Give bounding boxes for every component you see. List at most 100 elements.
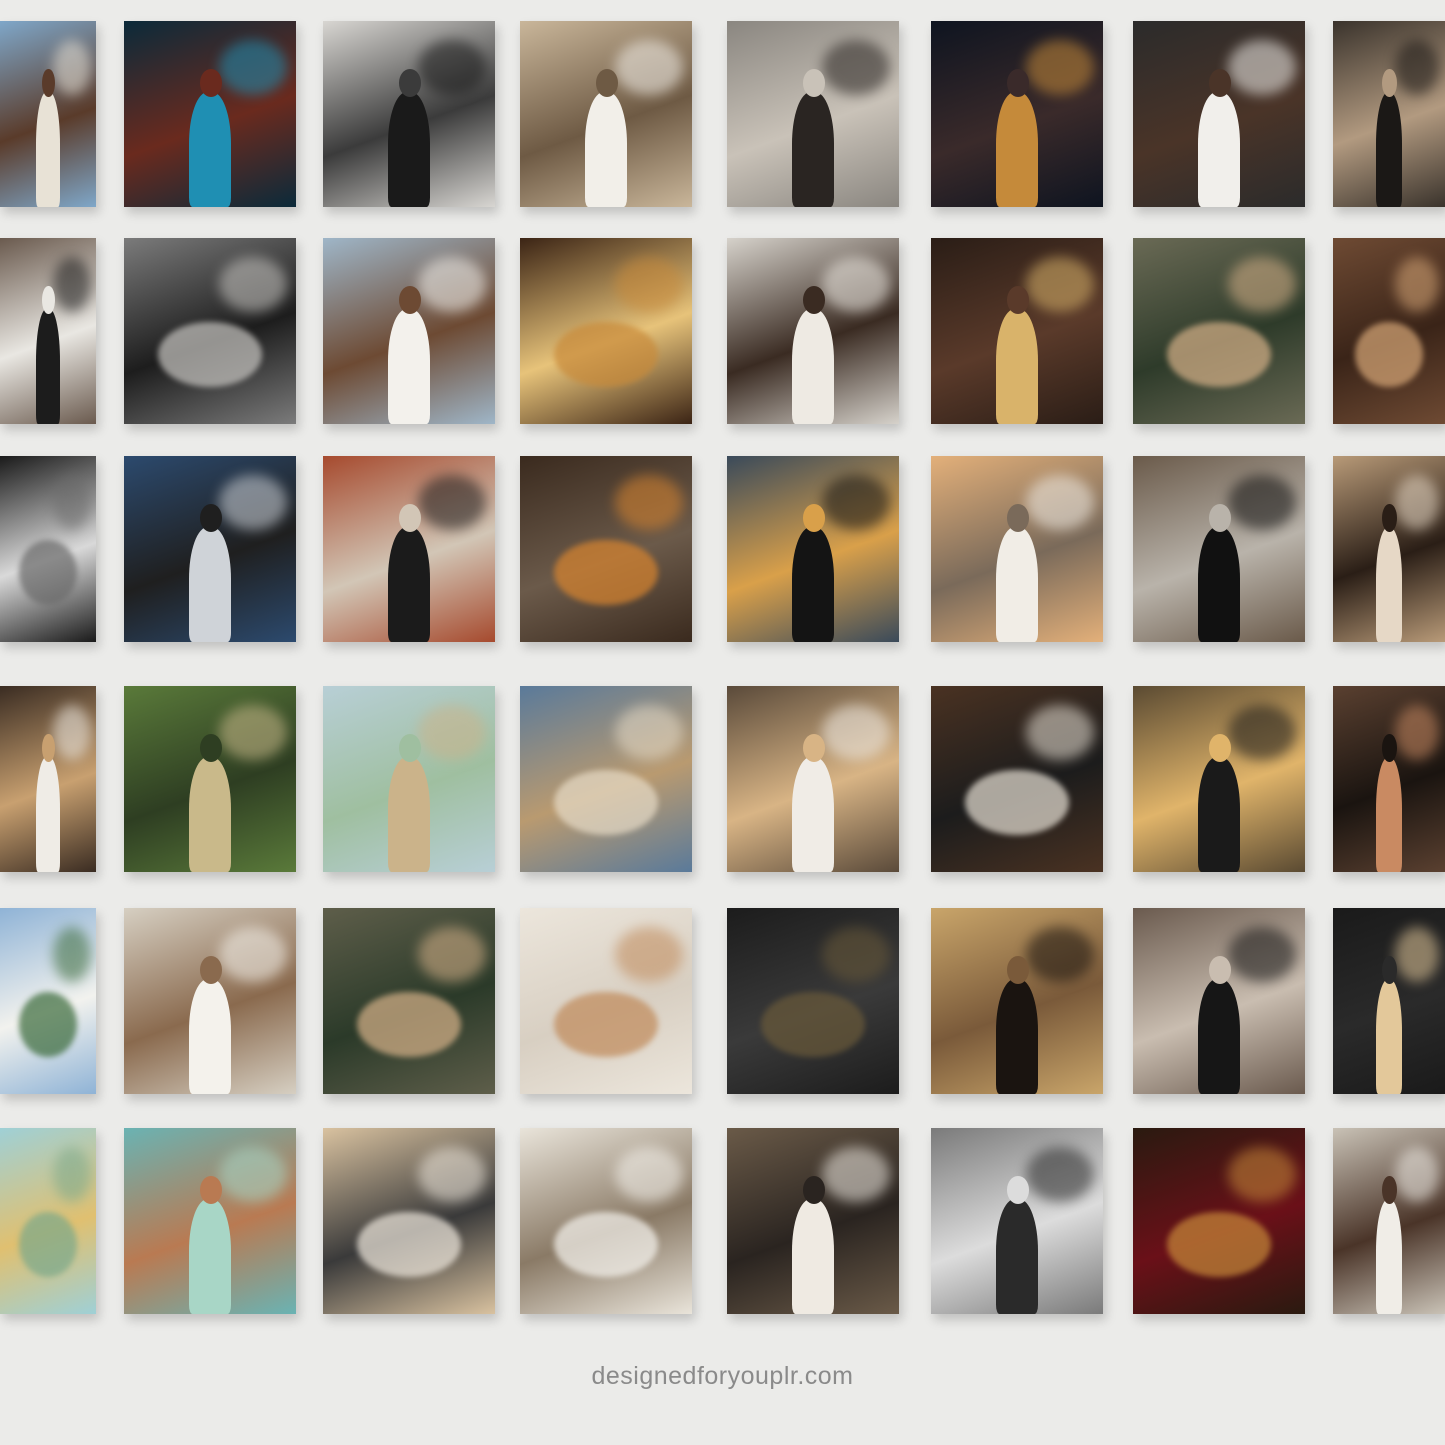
person-head [398, 286, 422, 315]
photo-woman-beige-suit-column [727, 238, 899, 424]
person-head [1208, 734, 1232, 763]
photo-woman-cap-cardigan [727, 21, 899, 207]
photo-woman-white-suit-cap [727, 1128, 899, 1314]
person-head [595, 69, 619, 98]
photo-mountain-meadow-flowers [0, 908, 96, 1094]
person-head [398, 69, 422, 98]
still-life-object [19, 991, 77, 1057]
person-head [1382, 734, 1397, 763]
photo-boutique-storefront-night [124, 21, 296, 207]
photo-woman-blonde-black-jacket [1333, 908, 1445, 1094]
person-figure [1375, 1198, 1403, 1314]
photo-woman-white-shirt-earring [1333, 1128, 1445, 1314]
photo-woman-black-crop-top-city [1133, 456, 1305, 642]
person-figure [996, 1198, 1038, 1314]
person-figure [1375, 978, 1403, 1094]
person-figure [1375, 91, 1403, 207]
person-figure [388, 756, 430, 872]
person-head [1382, 1176, 1397, 1205]
footer-url: designedforyouplr.com [591, 1362, 854, 1390]
person-head [1382, 69, 1397, 98]
photo-woman-bed-sunset-sea [931, 456, 1103, 642]
image-grid [0, 0, 1445, 1340]
person-head [1382, 956, 1397, 985]
photo-whiskey-glass-bar [520, 238, 692, 424]
photo-woman-black-outfit-street [1133, 908, 1305, 1094]
still-life-object [1167, 1211, 1271, 1277]
photo-woman-car-coffee [1333, 456, 1445, 642]
person-figure [189, 978, 231, 1094]
person-figure [1198, 978, 1240, 1094]
still-life-object [761, 991, 865, 1057]
photo-cactus-sky [0, 1128, 96, 1314]
person-head [199, 1176, 223, 1205]
person-head [199, 504, 223, 533]
person-head [42, 286, 55, 315]
photo-car-interior-black [0, 456, 96, 642]
person-figure [792, 91, 834, 207]
person-head [1006, 504, 1030, 533]
still-life-object [554, 321, 658, 387]
person-head [802, 69, 826, 98]
person-figure [388, 91, 430, 207]
photo-desk-setup-computer [520, 456, 692, 642]
still-life-object [357, 1211, 461, 1277]
person-figure [792, 308, 834, 424]
person-figure [996, 978, 1038, 1094]
person-head [42, 69, 55, 98]
photo-woman-desert-hat [323, 686, 495, 872]
photo-man-white-shirt-city [520, 21, 692, 207]
photo-woman-black-blazer-doorway [1333, 21, 1445, 207]
photo-woman-black-dress-window [1133, 686, 1305, 872]
still-life-object [19, 1211, 77, 1277]
photo-man-elevator-selfie [0, 238, 96, 424]
still-life-object [554, 539, 658, 605]
photo-woman-blonde-white-jacket [727, 686, 899, 872]
person-figure [792, 1198, 834, 1314]
photo-dog-on-sofa [520, 908, 692, 1094]
photo-laptop-red-wine [1133, 1128, 1305, 1314]
photo-bedroom-blue-wall [520, 686, 692, 872]
person-head [802, 504, 826, 533]
photo-desk-computer-candle [323, 1128, 495, 1314]
photo-man-black-suit-jeep [323, 456, 495, 642]
photo-woman-bw-window [931, 1128, 1103, 1314]
person-figure [996, 91, 1038, 207]
photo-man-black-suit-car [323, 21, 495, 207]
photo-woman-silhouette-curtain [931, 908, 1103, 1094]
person-figure [388, 308, 430, 424]
photo-round-window-palm-sunset [1133, 238, 1305, 424]
still-life-object [158, 321, 262, 387]
still-life-object [19, 539, 77, 605]
person-head [1006, 286, 1030, 315]
person-figure [36, 308, 60, 424]
still-life-object [1167, 321, 1271, 387]
person-head [398, 504, 422, 533]
person-head [802, 1176, 826, 1205]
person-figure [189, 1198, 231, 1314]
person-head [1006, 956, 1030, 985]
photo-dark-living-room [727, 908, 899, 1094]
photo-woman-black-trench-street [727, 456, 899, 642]
person-figure [36, 91, 60, 207]
photo-round-window-palm-sunset-2 [323, 908, 495, 1094]
person-figure [585, 91, 627, 207]
photo-mother-child-garden [124, 686, 296, 872]
photo-woman-champagne-glass [931, 238, 1103, 424]
photo-woman-white-blazer-back [0, 686, 96, 872]
photo-hand-rings-light [1333, 238, 1445, 424]
photo-woman-teal-swimsuit-hat [124, 1128, 296, 1314]
photo-cafe-bag-coffee [931, 686, 1103, 872]
still-life-object [357, 991, 461, 1057]
person-head [199, 69, 223, 98]
still-life-object [554, 1211, 658, 1277]
photo-man-blue-blazer [124, 456, 296, 642]
photo-woman-white-dress-wall [124, 908, 296, 1094]
person-figure [792, 526, 834, 642]
still-life-object [965, 769, 1069, 835]
person-head [199, 956, 223, 985]
person-figure [1375, 756, 1403, 872]
photo-woman-white-blazer-jet [1133, 21, 1305, 207]
person-head [802, 286, 826, 315]
photo-man-white-suit-yacht [323, 238, 495, 424]
